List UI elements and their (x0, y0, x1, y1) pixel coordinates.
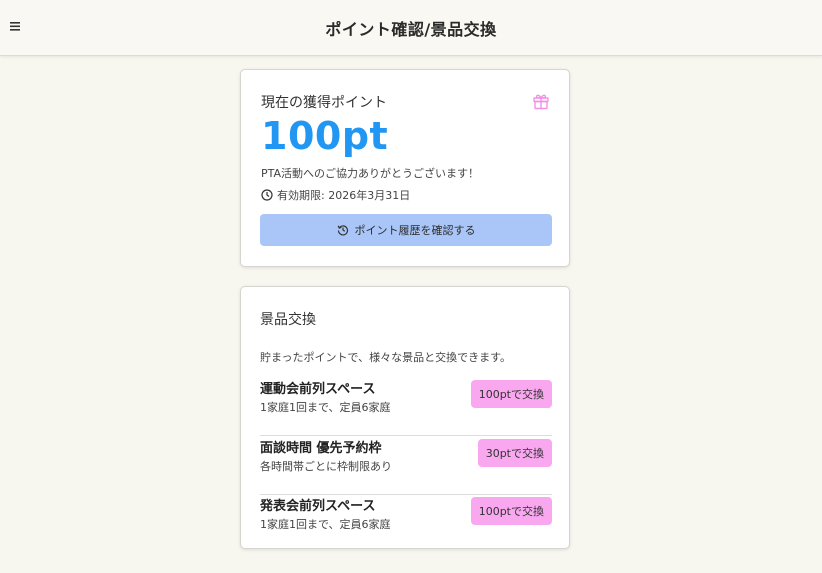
points-card: 現在の獲得ポイント 100pt PTA活動へのご協力ありがとうございます！ 有効… (240, 69, 570, 267)
expiry-text: 有効期限: 2026年3月31日 (277, 189, 411, 202)
rewards-card: 景品交換 貯まったポイントで、様々な景品と交換できます。 運動会前列スペース 1… (240, 286, 570, 549)
reward-item-note: 1家庭1回まで、定員6家庭 (260, 518, 391, 531)
expiry-date: 有効期限: 2026年3月31日 (261, 187, 410, 203)
reward-item: 面談時間 優先予約枠 各時間帯ごとに枠制限あり 30ptで交換 (260, 437, 552, 495)
exchange-button[interactable]: 30ptで交換 (477, 439, 552, 467)
exchange-button[interactable]: 100ptで交換 (470, 497, 552, 525)
reward-item-name: 運動会前列スペース (260, 382, 376, 397)
history-icon (337, 225, 348, 236)
page-title: ポイント確認/景品交換 (325, 20, 497, 39)
point-history-label: ポイント履歴を確認する (354, 224, 476, 237)
point-history-button[interactable]: ポイント履歴を確認する (260, 214, 552, 246)
reward-item: 発表会前列スペース 1家庭1回まで、定員6家庭 100ptで交換 (260, 495, 552, 553)
rewards-card-title: 景品交換 (260, 312, 316, 328)
reward-item-note: 1家庭1回まで、定員6家庭 (260, 401, 391, 414)
app-header: ポイント確認/景品交換 (0, 0, 822, 56)
gift-icon (532, 92, 550, 110)
points-card-title: 現在の獲得ポイント (261, 95, 387, 111)
exchange-button[interactable]: 100ptで交換 (470, 380, 552, 408)
points-value: 100pt (261, 114, 389, 158)
reward-item-name: 発表会前列スペース (260, 499, 376, 514)
reward-item-note: 各時間帯ごとに枠制限あり (260, 460, 392, 473)
reward-item-name: 面談時間 優先予約枠 (260, 441, 382, 456)
clock-icon (261, 189, 273, 201)
thanks-message: PTA活動へのご協力ありがとうございます！ (261, 167, 480, 180)
rewards-description: 貯まったポイントで、様々な景品と交換できます。 (260, 351, 512, 364)
reward-item: 運動会前列スペース 1家庭1回まで、定員6家庭 100ptで交換 (260, 378, 552, 436)
